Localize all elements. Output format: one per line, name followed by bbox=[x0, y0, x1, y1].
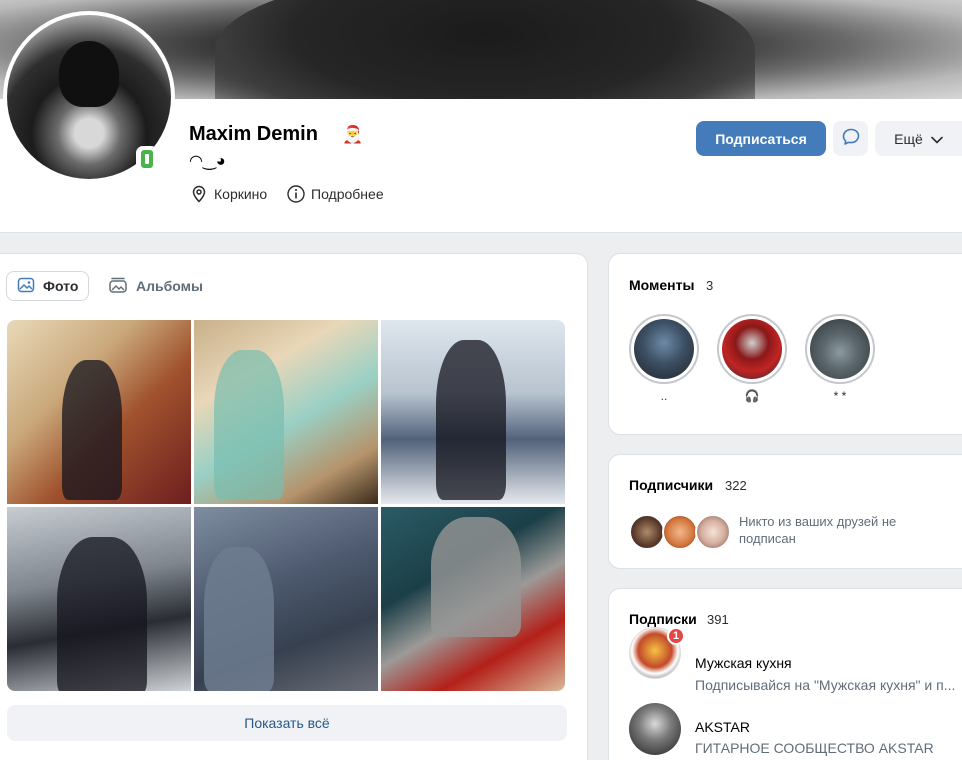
photo-thumbnail[interactable] bbox=[194, 320, 378, 504]
moments-block: Моменты 3 .. 🎧 * * bbox=[608, 253, 962, 435]
moment-story[interactable] bbox=[629, 314, 699, 384]
more-label: Ещё bbox=[894, 130, 923, 147]
subscribers-title[interactable]: Подписчики bbox=[629, 477, 713, 493]
subscriber-avatar[interactable] bbox=[629, 514, 665, 550]
moment-caption: * * bbox=[833, 389, 847, 403]
photo-thumbnail[interactable] bbox=[194, 507, 378, 691]
moments-count: 3 bbox=[706, 278, 714, 293]
subscriptions-title[interactable]: Подписки bbox=[629, 611, 697, 627]
moment-story[interactable] bbox=[717, 314, 787, 384]
tab-albums[interactable]: Альбомы bbox=[98, 271, 213, 301]
chevron-down-icon bbox=[931, 131, 943, 147]
details-label: Подробнее bbox=[311, 186, 384, 202]
photo-thumbnail[interactable] bbox=[7, 320, 191, 504]
photo-grid bbox=[7, 320, 567, 691]
profile-name: Maxim Demin bbox=[189, 123, 318, 145]
message-bubble-icon bbox=[841, 127, 861, 150]
subscribers-count: 322 bbox=[725, 478, 747, 493]
location-pin-icon bbox=[190, 185, 208, 203]
group-avatar[interactable] bbox=[629, 703, 681, 755]
photo-thumbnail[interactable] bbox=[381, 320, 565, 504]
more-button[interactable]: Ещё bbox=[875, 121, 962, 156]
tab-albums-label: Альбомы bbox=[136, 278, 203, 294]
show-all-photos-button[interactable]: Показать всё bbox=[7, 705, 567, 741]
tab-photos[interactable]: Фото bbox=[6, 271, 90, 301]
subscriptions-block: Подписки 391 1 Мужская кухня Подписывайс… bbox=[608, 588, 962, 760]
moment-story[interactable] bbox=[805, 314, 875, 384]
subscriber-avatar[interactable] bbox=[695, 514, 731, 550]
moment-caption: .. bbox=[660, 389, 668, 403]
photo-icon bbox=[17, 276, 35, 297]
subscriber-avatar[interactable] bbox=[662, 514, 698, 550]
group-name[interactable]: AKSTAR bbox=[695, 719, 750, 735]
subscribers-friends-note: Никто из ваших друзей не подписан bbox=[739, 514, 897, 546]
name-emoji: 🎅 bbox=[342, 125, 364, 144]
moments-title[interactable]: Моменты bbox=[629, 277, 694, 293]
profile-details-link[interactable]: Подробнее bbox=[287, 185, 384, 203]
profile-status: ◠‿◕ bbox=[189, 153, 226, 170]
tab-photos-label: Фото bbox=[43, 278, 79, 294]
info-icon bbox=[287, 185, 305, 203]
subscriptions-count: 391 bbox=[707, 612, 729, 627]
group-name[interactable]: Мужская кухня bbox=[695, 655, 792, 671]
subscribers-block: Подписчики 322 Никто из ваших друзей не … bbox=[608, 454, 962, 569]
online-mobile-icon bbox=[136, 146, 158, 172]
city-label: Коркино bbox=[214, 186, 268, 202]
photo-thumbnail[interactable] bbox=[7, 507, 191, 691]
albums-icon bbox=[108, 276, 128, 297]
moment-caption: 🎧 bbox=[744, 389, 760, 403]
notification-badge: 1 bbox=[667, 627, 685, 645]
cover-image bbox=[215, 0, 755, 100]
message-button[interactable] bbox=[833, 121, 868, 156]
profile-city[interactable]: Коркино bbox=[190, 185, 267, 203]
group-description: Подписывайся на "Мужская кухня" и п... bbox=[695, 677, 956, 693]
photo-thumbnail[interactable] bbox=[381, 507, 565, 691]
subscribe-button[interactable]: Подписаться bbox=[696, 121, 826, 156]
group-description: ГИТАРНОЕ СООБЩЕСТВО AKSTAR bbox=[695, 740, 934, 756]
